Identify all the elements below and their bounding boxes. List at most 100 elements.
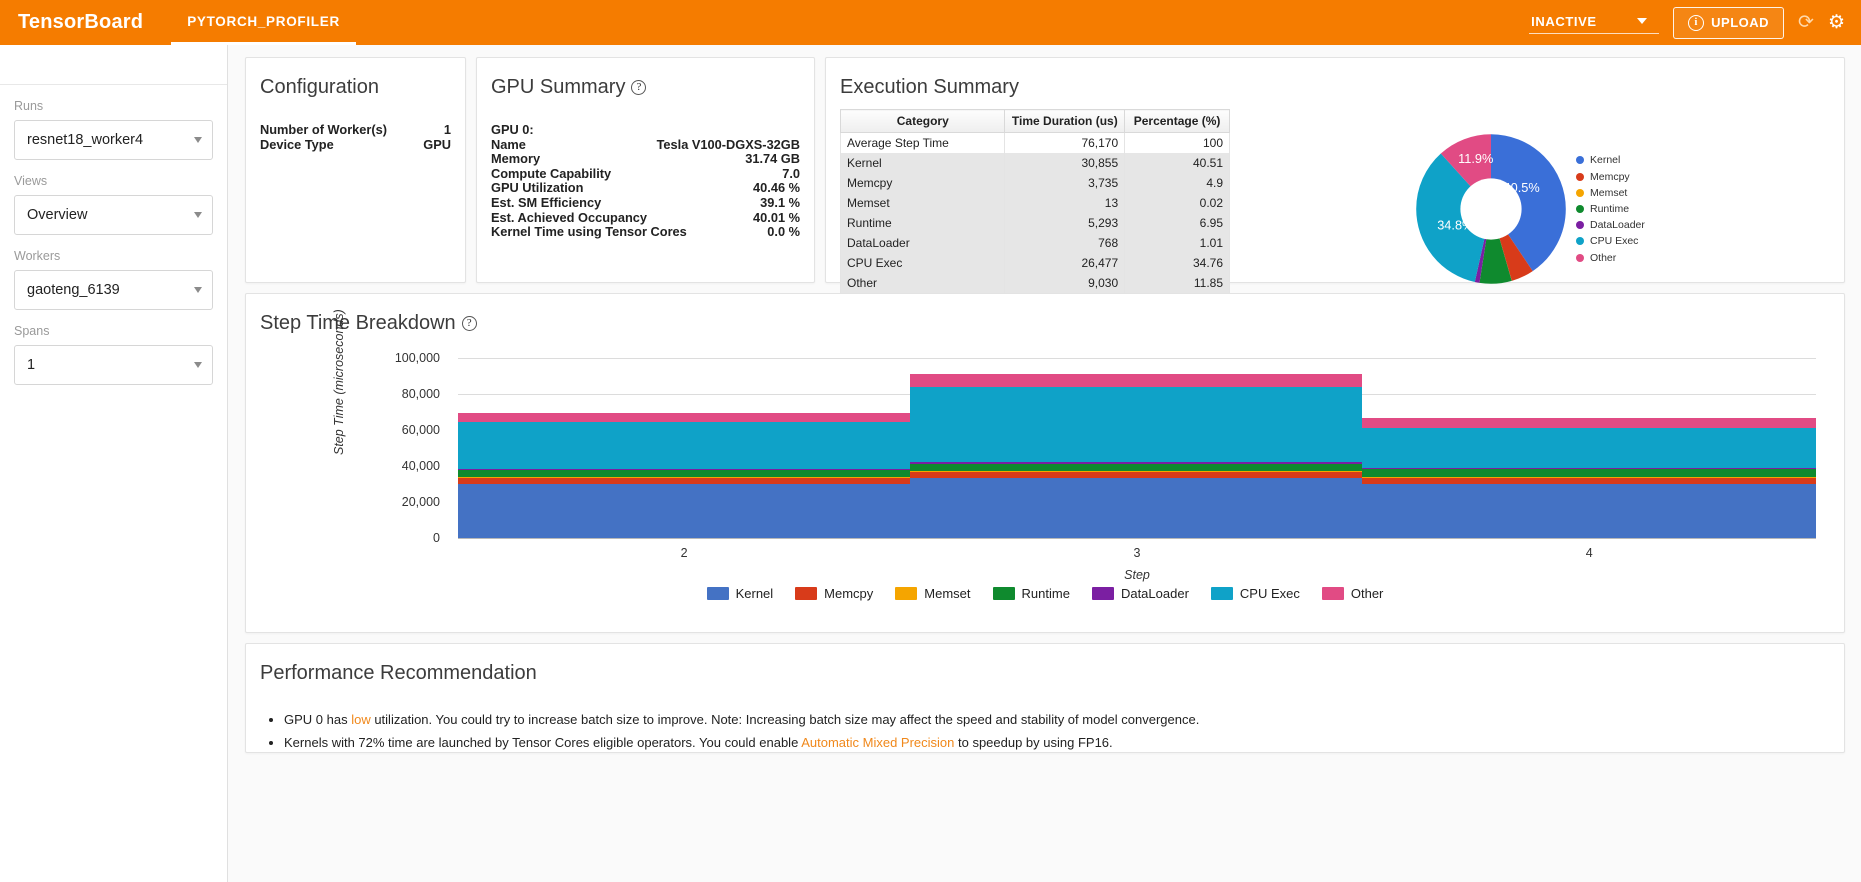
segment-cpuexec: [458, 422, 910, 468]
table-row[interactable]: Memcpy 3,735 4.9: [841, 173, 1230, 193]
cell-percentage: 11.85: [1125, 273, 1230, 293]
legend-swatch-other: [1322, 587, 1344, 600]
legend-swatch-runtime: [1576, 205, 1584, 213]
table-row[interactable]: CPU Exec 26,477 34.76: [841, 253, 1230, 273]
legend-label: DataLoader: [1590, 219, 1645, 231]
legend-item[interactable]: Memset: [1576, 187, 1662, 199]
views-select[interactable]: Overview: [14, 195, 213, 235]
configuration-list: Number of Worker(s) 1 Device Type GPU: [246, 99, 465, 152]
legend-label: Memcpy: [1590, 171, 1630, 183]
gpu-value: 40.01 %: [753, 211, 800, 226]
legend-item[interactable]: Other: [1322, 586, 1384, 601]
cell-category: DataLoader: [841, 233, 1005, 253]
legend-item[interactable]: Kernel: [707, 586, 774, 601]
legend-item[interactable]: Kernel: [1576, 154, 1662, 166]
recommendation-item: Kernels with 72% time are launched by Te…: [284, 732, 1844, 753]
sidebar-field-runs: Runs resnet18_worker4: [0, 99, 227, 160]
tab-pytorch-profiler[interactable]: PYTORCH_PROFILER: [171, 0, 356, 45]
table-row[interactable]: Runtime 5,293 6.95: [841, 213, 1230, 233]
help-icon[interactable]: ?: [631, 80, 646, 95]
donut-chart: 40.5% 34.8% 11.9%: [1406, 124, 1576, 294]
cell-percentage: 0.02: [1125, 193, 1230, 213]
legend-item[interactable]: Memcpy: [1576, 171, 1662, 183]
mode-select-value: INACTIVE: [1531, 14, 1596, 29]
legend-item[interactable]: DataLoader: [1576, 219, 1662, 231]
table-row[interactable]: Other 9,030 11.85: [841, 273, 1230, 293]
upload-button[interactable]: i UPLOAD: [1673, 7, 1784, 39]
gpu-key: Est. SM Efficiency: [491, 196, 601, 211]
legend-item[interactable]: Memset: [895, 586, 970, 601]
gear-icon[interactable]: ⚙: [1828, 13, 1845, 32]
legend-swatch-memset: [895, 587, 917, 600]
recommendation-item: GPU 0 has low utilization. You could try…: [284, 709, 1844, 730]
help-icon[interactable]: ?: [462, 316, 477, 331]
x-tick: 3: [1134, 546, 1141, 560]
chevron-down-icon: [194, 137, 202, 143]
legend-item[interactable]: CPU Exec: [1211, 586, 1300, 601]
col-category[interactable]: Category: [841, 110, 1005, 133]
legend-label: Other: [1590, 252, 1616, 264]
legend-swatch-dataloader: [1092, 587, 1114, 600]
cell-duration: 9,030: [1005, 273, 1125, 293]
cell-category: Memset: [841, 193, 1005, 213]
table-row[interactable]: DataLoader 768 1.01: [841, 233, 1230, 253]
step-time-breakdown-title-text: Step Time Breakdown: [260, 312, 456, 334]
legend-label: Memcpy: [824, 586, 873, 601]
segment-kernel: [1362, 484, 1816, 539]
cell-percentage: 4.9: [1125, 173, 1230, 193]
workers-label: Workers: [14, 249, 213, 263]
gpu-row: Est. Achieved Occupancy 40.01 %: [491, 211, 800, 226]
upload-button-label: UPLOAD: [1711, 15, 1769, 30]
workers-select[interactable]: gaoteng_6139: [14, 270, 213, 310]
gpu-key: Memory: [491, 152, 540, 167]
table-row[interactable]: Kernel 30,855 40.51: [841, 153, 1230, 173]
app-brand: TensorBoard: [18, 11, 143, 34]
x-tick: 4: [1586, 546, 1593, 560]
mode-select[interactable]: INACTIVE: [1529, 12, 1659, 34]
cell-percentage: 100: [1125, 133, 1230, 154]
summary-row: Configuration Number of Worker(s) 1 Devi…: [245, 57, 1845, 283]
donut-legend: Kernel Memcpy Memset Runtime: [1576, 154, 1668, 263]
legend-item[interactable]: Runtime: [993, 586, 1070, 601]
legend-item[interactable]: CPU Exec: [1576, 235, 1662, 247]
col-duration[interactable]: Time Duration (us): [1005, 110, 1125, 133]
gpu-value: 0.0 %: [767, 225, 800, 240]
gpu-value: 31.74 GB: [745, 152, 800, 167]
spans-select[interactable]: 1: [14, 345, 213, 385]
app-bar: TensorBoard PYTORCH_PROFILER INACTIVE i …: [0, 0, 1861, 45]
refresh-icon[interactable]: ⟳: [1798, 13, 1814, 32]
gpu-value: 39.1 %: [760, 196, 800, 211]
gpu-value: 7.0: [782, 167, 800, 182]
col-percentage[interactable]: Percentage (%): [1125, 110, 1230, 133]
legend-item[interactable]: Runtime: [1576, 203, 1662, 215]
bar-step-4[interactable]: [1362, 425, 1816, 538]
bar-step-3[interactable]: [910, 374, 1362, 538]
legend-item[interactable]: DataLoader: [1092, 586, 1189, 601]
sidebar-field-workers: Workers gaoteng_6139: [0, 249, 227, 310]
legend-item[interactable]: Other: [1576, 252, 1662, 264]
legend-label: Memset: [924, 586, 970, 601]
gridline: [458, 358, 1816, 359]
table-row[interactable]: Memset 13 0.02: [841, 193, 1230, 213]
performance-recommendation-title: Performance Recommendation: [246, 644, 1844, 685]
cell-duration: 26,477: [1005, 253, 1125, 273]
rec-text-mid: utilization. You could try to increase b…: [371, 712, 1200, 727]
views-select-value: Overview: [27, 207, 194, 223]
x-tick: 2: [681, 546, 688, 560]
sidebar-field-spans: Spans 1: [0, 324, 227, 385]
gpu-device-header: GPU 0:: [491, 123, 800, 138]
nav-tabs: PYTORCH_PROFILER: [171, 0, 356, 45]
rec-link-low[interactable]: low: [351, 712, 371, 727]
bar-step-2[interactable]: [458, 413, 910, 539]
y-tick: 60,000: [402, 423, 440, 437]
segment-cpuexec: [1362, 428, 1816, 469]
performance-recommendation-list: GPU 0 has low utilization. You could try…: [246, 685, 1844, 753]
legend-label: CPU Exec: [1240, 586, 1300, 601]
segment-other: [910, 374, 1362, 386]
runs-select[interactable]: resnet18_worker4: [14, 120, 213, 160]
legend-swatch-cpuexec: [1576, 237, 1584, 245]
table-row[interactable]: Average Step Time 76,170 100: [841, 133, 1230, 154]
execution-summary-donut: 40.5% 34.8% 11.9% Kernel Memcpy: [1230, 109, 1844, 309]
rec-link-amp[interactable]: Automatic Mixed Precision: [801, 735, 954, 750]
legend-item[interactable]: Memcpy: [795, 586, 873, 601]
